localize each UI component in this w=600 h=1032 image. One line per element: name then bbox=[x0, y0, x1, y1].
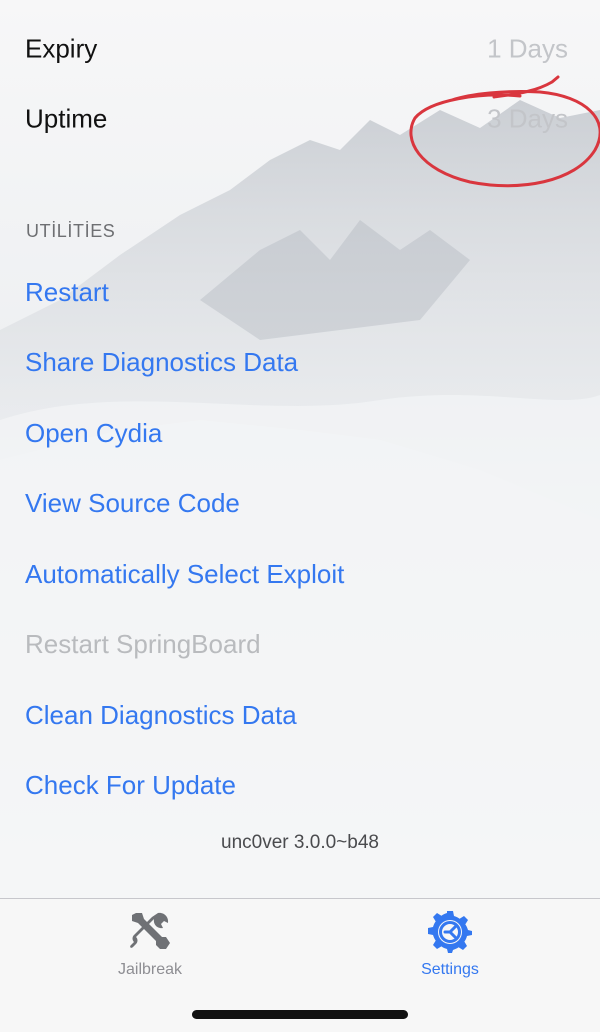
expiry-label: Expiry bbox=[25, 33, 98, 64]
open-cydia-button[interactable]: Open Cydia bbox=[25, 418, 162, 449]
home-indicator bbox=[192, 1010, 408, 1019]
share-diagnostics-data-button[interactable]: Share Diagnostics Data bbox=[25, 347, 298, 378]
uptime-row: Uptime 3 Days bbox=[0, 84, 600, 154]
tab-jailbreak[interactable]: Jailbreak bbox=[70, 909, 230, 985]
gear-icon bbox=[428, 911, 472, 953]
utilities-section-header: UTİLİTİES bbox=[26, 221, 116, 241]
tab-settings[interactable]: Settings bbox=[370, 909, 530, 985]
restart-button[interactable]: Restart bbox=[25, 277, 109, 308]
clean-diagnostics-data-button[interactable]: Clean Diagnostics Data bbox=[25, 700, 297, 731]
tab-settings-label: Settings bbox=[421, 961, 479, 978]
tab-jailbreak-label: Jailbreak bbox=[117, 961, 183, 978]
version-label: unc0ver 3.0.0~b48 bbox=[221, 832, 379, 853]
check-for-update-button[interactable]: Check For Update bbox=[25, 770, 236, 801]
tools-icon bbox=[130, 912, 170, 949]
uptime-value: 3 Days bbox=[487, 103, 568, 134]
restart-springboard-button: Restart SpringBoard bbox=[25, 629, 261, 659]
expiry-row: Expiry 1 Days bbox=[0, 14, 600, 84]
automatically-select-exploit-button[interactable]: Automatically Select Exploit bbox=[25, 559, 344, 590]
expiry-value: 1 Days bbox=[487, 33, 568, 64]
uptime-label: Uptime bbox=[25, 103, 108, 134]
view-source-code-button[interactable]: View Source Code bbox=[25, 488, 240, 519]
settings-list: Expiry 1 Days Uptime 3 Days UTİLİTİES Re… bbox=[0, 0, 600, 900]
